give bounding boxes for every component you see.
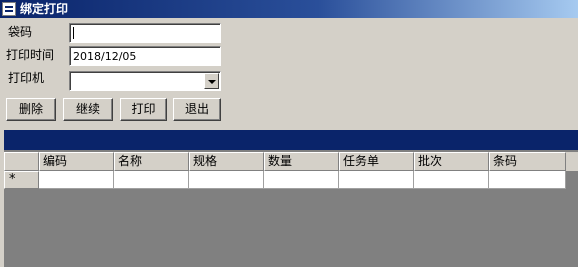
printer-dropdown-button[interactable] — [204, 73, 219, 89]
data-grid[interactable]: 编码 名称 规格 数量 任务单 批次 条码 * — [4, 130, 578, 267]
exit-button[interactable]: 退出 — [173, 98, 221, 121]
table-row[interactable]: * — [4, 171, 566, 189]
cell-code[interactable] — [39, 171, 114, 189]
printer-label: 打印机 — [8, 71, 45, 85]
cell-quantity[interactable] — [264, 171, 339, 189]
continue-button[interactable]: 继续 — [63, 98, 113, 121]
column-header-quantity[interactable]: 数量 — [264, 152, 339, 171]
column-header-code[interactable]: 编码 — [39, 152, 114, 171]
grid-caption-bar — [4, 130, 578, 150]
title-bar: 绑定打印 — [0, 0, 578, 18]
column-header-batch[interactable]: 批次 — [414, 152, 489, 171]
cell-task-order[interactable] — [339, 171, 414, 189]
grid-corner-header[interactable] — [4, 152, 39, 171]
cell-name[interactable] — [114, 171, 189, 189]
cell-batch[interactable] — [414, 171, 489, 189]
window-app-icon[interactable] — [2, 2, 16, 16]
print-time-input[interactable]: 2018/12/05 — [69, 46, 221, 66]
text-caret — [73, 27, 74, 39]
chevron-down-icon — [208, 80, 216, 84]
print-button[interactable]: 打印 — [120, 98, 167, 121]
column-header-spec[interactable]: 规格 — [189, 152, 264, 171]
print-time-label: 打印时间 — [6, 48, 55, 62]
bag-code-input[interactable] — [69, 23, 221, 43]
printer-select[interactable] — [69, 71, 221, 91]
window-title: 绑定打印 — [20, 2, 69, 16]
column-header-barcode[interactable]: 条码 — [489, 152, 566, 171]
bag-code-label: 袋码 — [8, 25, 33, 39]
delete-button[interactable]: 删除 — [6, 98, 56, 121]
column-header-task-order[interactable]: 任务单 — [339, 152, 414, 171]
cell-barcode[interactable] — [489, 171, 566, 189]
column-header-name[interactable]: 名称 — [114, 152, 189, 171]
new-row-marker[interactable]: * — [4, 171, 39, 189]
grid-header-row: 编码 名称 规格 数量 任务单 批次 条码 — [4, 152, 578, 171]
cell-spec[interactable] — [189, 171, 264, 189]
print-time-value: 2018/12/05 — [73, 50, 137, 63]
